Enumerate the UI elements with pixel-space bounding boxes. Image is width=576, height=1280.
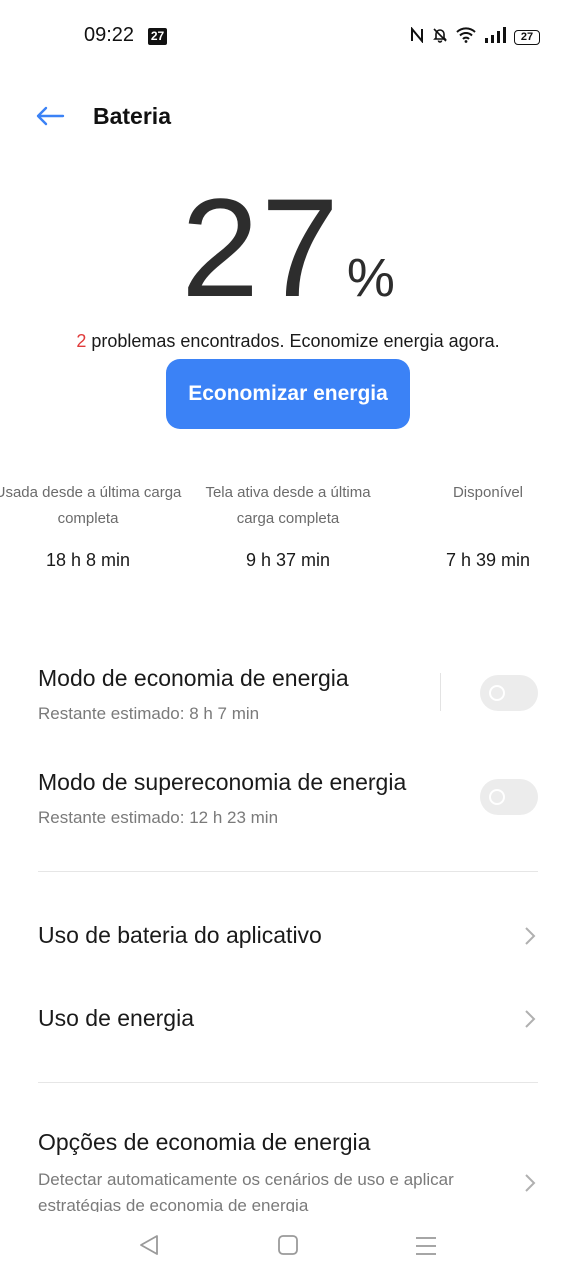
problems-count: 2: [76, 331, 87, 351]
chevron-right-icon: [520, 1173, 540, 1193]
app-battery-usage-row[interactable]: Uso de bateria do aplicativo: [0, 900, 576, 974]
problems-message[interactable]: 2 problemas encontrados. Economize energ…: [0, 331, 576, 352]
toggle-knob: [489, 685, 505, 701]
power-saving-mode-title: Modo de economia de energia: [38, 665, 349, 691]
status-icons: 27: [410, 24, 540, 50]
stat-value: 18 h 8 min: [45, 550, 131, 570]
super-power-saving-mode-subtitle: Restante estimado: 12 h 23 min: [38, 808, 279, 827]
problems-text: problemas encontrados. Economize energia…: [86, 331, 500, 351]
power-saving-mode-subtitle: Restante estimado: 8 h 7 min: [38, 704, 260, 723]
super-power-saving-mode-title: Modo de supereconomia de energia: [38, 769, 407, 795]
nav-home-icon[interactable]: [277, 1234, 299, 1261]
navigation-bar: [0, 1215, 576, 1275]
stat-label: Disponível: [452, 484, 524, 501]
app-battery-usage-label: Uso de bateria do aplicativo: [38, 922, 322, 948]
back-arrow-icon: [35, 106, 65, 131]
stat-available: Disponível 7 h 39 min: [393, 480, 576, 571]
stat-label: Usada desde a última carga completa: [0, 484, 182, 527]
stat-screen-on: Tela ativa desde a última carga completa…: [193, 480, 383, 571]
chevron-right-icon: [520, 926, 540, 946]
save-energy-button[interactable]: Economizar energia: [166, 359, 410, 429]
power-saving-toggle[interactable]: [480, 675, 538, 711]
back-button[interactable]: [28, 96, 72, 140]
super-power-saving-toggle[interactable]: [480, 779, 538, 815]
divider-vertical: [440, 673, 441, 711]
bell-off-icon: [432, 27, 448, 48]
power-saving-options-title: Opções de economia de energia: [38, 1129, 371, 1155]
toggle-knob: [489, 789, 505, 805]
nav-menu-icon[interactable]: [415, 1235, 437, 1262]
power-saving-options-subtitle: Detectar automaticamente os cenários de …: [38, 1170, 454, 1212]
notification-badge: 27: [148, 28, 167, 45]
stat-value: 7 h 39 min: [445, 550, 531, 570]
stat-used-since-charge: Usada desde a última carga completa 18 h…: [0, 480, 183, 571]
battery-percent-value: 27: [181, 169, 341, 326]
battery-icon: 27: [514, 29, 540, 45]
energy-usage-label: Uso de energia: [38, 1005, 194, 1031]
percent-sign: %: [346, 248, 395, 308]
divider: [38, 871, 538, 872]
chevron-right-icon: [520, 1009, 540, 1029]
status-time: 09:22: [84, 24, 135, 46]
energy-usage-row[interactable]: Uso de energia: [0, 984, 576, 1058]
signal-icon: [484, 26, 506, 48]
page-title: Bateria: [93, 103, 171, 129]
stat-value: 9 h 37 min: [245, 550, 331, 570]
nav-back-icon[interactable]: [137, 1233, 161, 1262]
wifi-icon: [456, 26, 476, 48]
nfc-icon: [410, 25, 424, 48]
divider: [38, 1082, 538, 1083]
power-saving-options-row[interactable]: Opções de economia de energia Detectar a…: [0, 1110, 576, 1212]
battery-percent: 27%: [0, 178, 576, 318]
stat-label: Tela ativa desde a última carga completa: [205, 484, 371, 527]
